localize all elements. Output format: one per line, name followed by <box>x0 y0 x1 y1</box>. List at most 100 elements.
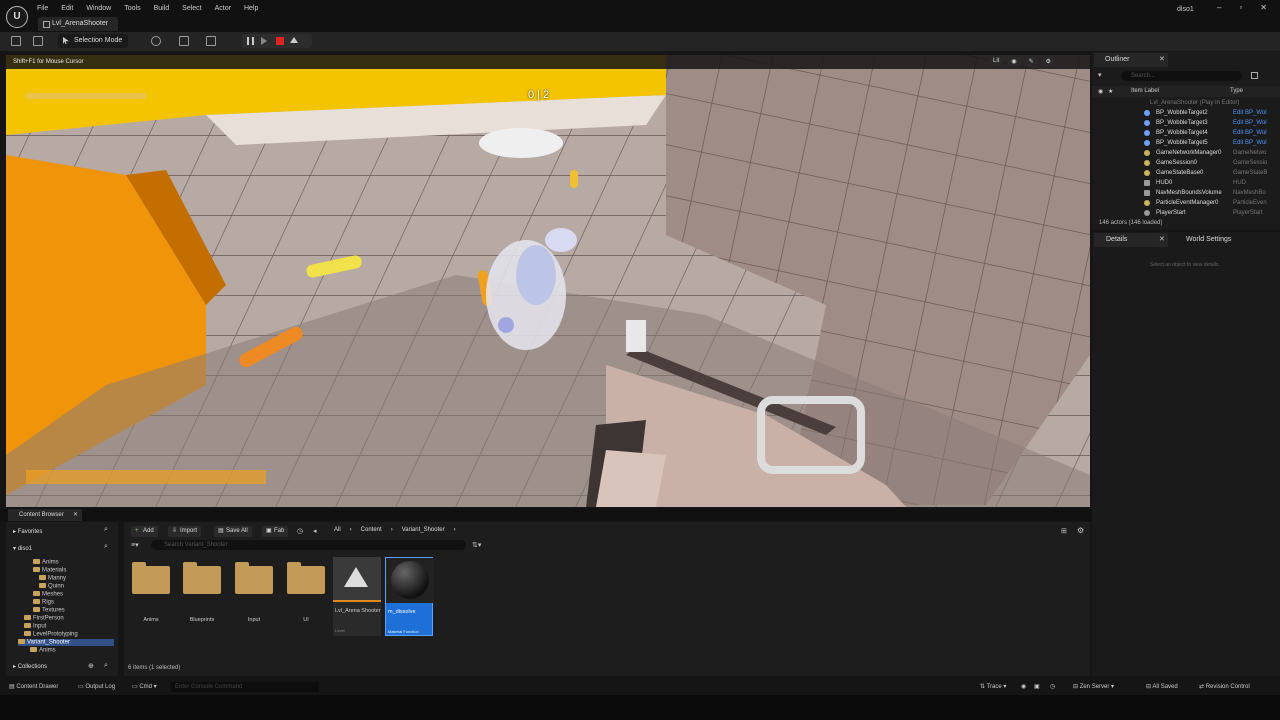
world-settings-tab[interactable]: World Settings <box>1176 233 1231 247</box>
cmd-dropdown[interactable]: ▭ Cmd ▾ <box>132 683 157 690</box>
asset-folder[interactable]: Blueprints <box>178 557 226 624</box>
add-button[interactable]: + Add <box>131 526 158 537</box>
minimize-icon[interactable]: – <box>1217 3 1221 12</box>
tree-item[interactable]: Rigs <box>33 599 54 606</box>
search-icon[interactable]: ⌕ <box>104 526 108 534</box>
menu-tools[interactable]: Tools <box>124 5 140 12</box>
menu-file[interactable]: File <box>37 5 48 12</box>
revision-control-button[interactable]: ⇄ Revision Control <box>1199 683 1250 690</box>
tree-item[interactable]: FirstPerson <box>24 615 64 622</box>
close-icon[interactable]: ✕ <box>1260 3 1267 12</box>
asset-folder[interactable]: Anims <box>127 557 175 624</box>
tree-item[interactable]: Anims <box>33 559 59 566</box>
menu-build[interactable]: Build <box>154 5 170 12</box>
eject-icon[interactable] <box>290 37 298 43</box>
outliner-row[interactable]: NavMeshBoundsVolume NavMeshBo <box>1092 188 1280 198</box>
lock-icon[interactable]: ⊞ <box>1061 527 1067 535</box>
search-icon[interactable]: ⌕ <box>104 543 108 551</box>
pause-icon[interactable] <box>247 37 254 45</box>
crumb-all[interactable]: All <box>334 527 341 533</box>
project-root[interactable]: ▾ diso1 <box>13 545 32 552</box>
new-folder-icon[interactable] <box>1251 72 1258 79</box>
step-icon[interactable] <box>261 37 267 45</box>
outliner-root[interactable]: Lvl_ArenaShooter (Play In Editor) <box>1092 98 1280 108</box>
camera-icon[interactable]: ▣ <box>1034 683 1040 690</box>
cinematics-icon[interactable] <box>206 36 216 46</box>
zen-server-dropdown[interactable]: ⊟ Zen Server ▾ <box>1073 683 1114 690</box>
record-icon[interactable]: ◉ <box>1021 683 1026 690</box>
asset-level[interactable]: Lvl_Arena Shooter Level <box>333 557 381 636</box>
tree-item[interactable]: LevelPrototyping <box>24 631 78 638</box>
menu-window[interactable]: Window <box>86 5 111 12</box>
outliner-row[interactable]: ParticleEventManager0 ParticleEven <box>1092 198 1280 208</box>
filter-icon[interactable]: ▾ <box>1098 71 1102 79</box>
tree-item[interactable]: Anims <box>30 647 56 654</box>
outliner-row[interactable]: GameStateBase0 GameStateB <box>1092 168 1280 178</box>
menu-actor[interactable]: Actor <box>215 5 231 12</box>
fab-button[interactable]: ▣ Fab <box>262 526 289 537</box>
history-icon[interactable]: ◷ <box>297 527 303 535</box>
visibility-icon[interactable]: ◉ <box>1098 88 1103 95</box>
tree-item[interactable]: Materials <box>33 567 66 574</box>
stop-icon[interactable] <box>276 37 284 45</box>
row-type[interactable]: Edit BP_Wol <box>1233 118 1273 128</box>
trace-settings-icon[interactable]: ◷ <box>1050 683 1055 690</box>
outliner-row[interactable]: BP_WobbleTarget5 Edit BP_Wol <box>1092 138 1280 148</box>
sort-icon[interactable]: ⇅▾ <box>472 541 481 549</box>
settings-icon[interactable]: ⚙ <box>1077 526 1084 535</box>
pencil-icon[interactable]: ✎ <box>1025 57 1037 66</box>
details-tab[interactable]: Details <box>1094 233 1168 247</box>
tree-item-selected[interactable]: Variant_Shooter <box>18 639 114 646</box>
content-browser-tab[interactable]: Content Browser <box>8 509 82 521</box>
close-tab-icon[interactable]: ✕ <box>1159 235 1165 243</box>
settings-icon[interactable]: ⚙ <box>1042 57 1055 66</box>
close-tab-icon[interactable]: ✕ <box>73 511 78 518</box>
outliner-tab[interactable]: Outliner <box>1094 53 1168 67</box>
outliner-row[interactable]: GameSession0 GameSessio <box>1092 158 1280 168</box>
row-type[interactable]: Edit BP_Wol <box>1233 108 1273 118</box>
view-mode-dropdown[interactable]: Lit <box>990 57 1003 66</box>
unreal-logo[interactable]: U <box>6 6 28 28</box>
level-viewport[interactable] <box>6 55 1090 507</box>
maximize-icon[interactable]: ▫ <box>1239 3 1242 12</box>
back-icon[interactable]: ◂ <box>313 527 317 535</box>
console-input[interactable]: Enter Console Command <box>171 682 319 692</box>
outliner-row[interactable]: GameNetworkManager0 GameNetwo <box>1092 148 1280 158</box>
eye-icon[interactable]: ◉ <box>1008 57 1020 66</box>
tree-item[interactable]: Meshes <box>33 591 63 598</box>
menu-help[interactable]: Help <box>244 5 258 12</box>
all-saved-status[interactable]: ⊟ All Saved <box>1146 683 1178 690</box>
filter-icon[interactable]: ≡▾ <box>131 541 139 549</box>
favorites-header[interactable]: ▸ Favorites <box>13 528 42 535</box>
asset-material-function[interactable]: m_dissolve Material Function <box>385 557 434 636</box>
asset-folder[interactable]: Input <box>230 557 278 624</box>
close-tab-icon[interactable]: ✕ <box>1159 55 1165 63</box>
level-tab[interactable]: Lvl_ArenaShooter <box>38 17 119 31</box>
menu-select[interactable]: Select <box>182 5 201 12</box>
trace-dropdown[interactable]: ⇅ Trace ▾ <box>980 683 1006 690</box>
pin-icon[interactable]: ★ <box>1108 88 1113 95</box>
outliner-search[interactable]: Search... <box>1121 71 1242 81</box>
tree-item[interactable]: Textures <box>33 607 65 614</box>
import-button[interactable]: ⇩ Import <box>168 526 202 537</box>
tree-item[interactable]: Quinn <box>39 583 64 590</box>
asset-folder[interactable]: UI <box>282 557 330 624</box>
outliner-row[interactable]: HUD0 HUD <box>1092 178 1280 188</box>
outliner-row[interactable]: BP_WobbleTarget2 Edit BP_Wol <box>1092 108 1280 118</box>
save-all-button[interactable]: ▤ Save All <box>214 526 252 537</box>
search-icon[interactable]: ⌕ <box>104 662 108 670</box>
tree-item[interactable]: Manny <box>39 575 66 582</box>
blueprint-icon[interactable] <box>179 36 189 46</box>
type-column[interactable]: Type <box>1230 88 1243 94</box>
collections-header[interactable]: ▸ Collections <box>13 663 47 670</box>
outliner-row[interactable]: BP_WobbleTarget4 Edit BP_Wol <box>1092 128 1280 138</box>
asset-search[interactable]: Search Variant_Shooter <box>151 540 466 550</box>
crumb-content[interactable]: Content <box>361 527 382 533</box>
tree-item[interactable]: Input <box>24 623 46 630</box>
browse-icon[interactable] <box>33 36 43 46</box>
output-log-button[interactable]: ▭ Output Log <box>78 683 115 690</box>
outliner-row[interactable]: BP_WobbleTarget3 Edit BP_Wol <box>1092 118 1280 128</box>
outliner-row[interactable]: PlayerStart PlayerStart <box>1092 208 1280 218</box>
crumb-variant-shooter[interactable]: Variant_Shooter <box>402 527 445 533</box>
add-collection-icon[interactable]: ⊕ <box>88 662 94 670</box>
